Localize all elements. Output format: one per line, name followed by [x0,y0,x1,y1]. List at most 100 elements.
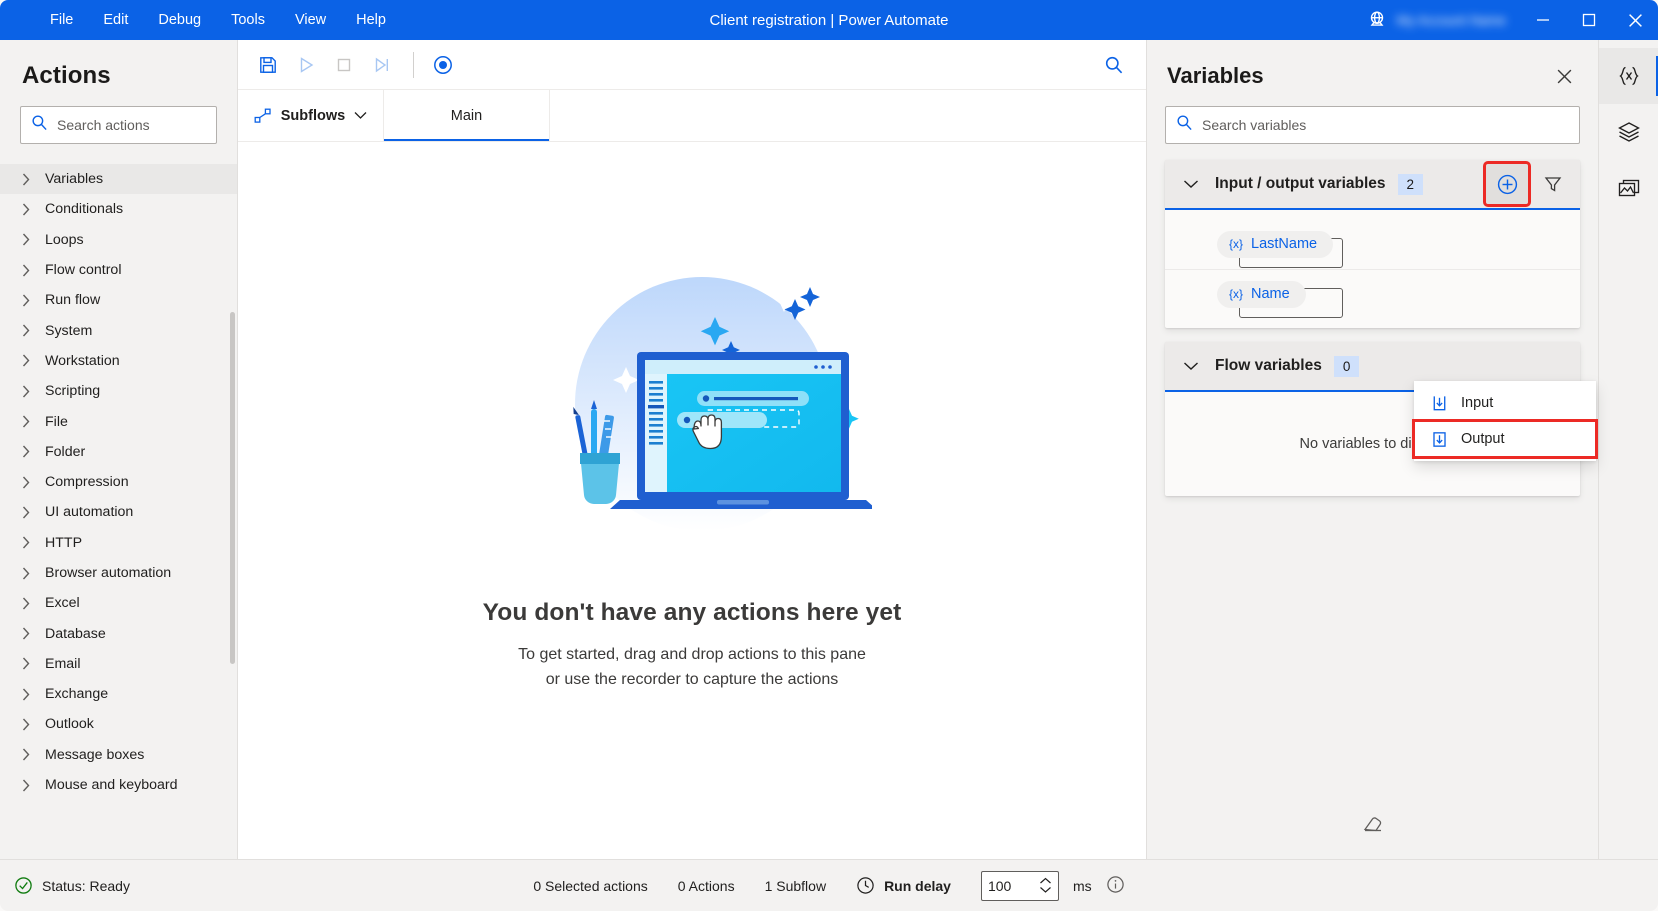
category-excel[interactable]: Excel [0,588,237,618]
input-output-variable-rows: {x} LastName {x} Name [1165,210,1580,328]
category-message-boxes[interactable]: Message boxes [0,740,237,770]
close-button[interactable] [1612,0,1658,40]
category-exchange[interactable]: Exchange [0,679,237,709]
search-actions-box[interactable] [20,106,217,144]
run-next-action-button[interactable] [364,48,400,82]
chevron-right-icon [22,688,30,701]
category-database[interactable]: Database [0,618,237,648]
category-label: Flow control [45,262,121,278]
search-variables-input[interactable] [1202,117,1569,133]
category-label: Message boxes [45,747,144,763]
variable-chip[interactable]: {x} Name [1217,281,1306,308]
category-scripting[interactable]: Scripting [0,376,237,406]
category-label: Workstation [45,353,120,369]
rail-ui-elements-button[interactable] [1599,104,1658,160]
category-workstation[interactable]: Workstation [0,346,237,376]
category-mouse-and-keyboard[interactable]: Mouse and keyboard [0,770,237,800]
input-output-section-header[interactable]: Input / output variables 2 [1165,160,1580,210]
menu-item-label: Input [1461,395,1493,411]
run-delay-stepper[interactable] [981,871,1059,901]
category-label: Outlook [45,716,94,732]
subflows-count: 1 Subflow [765,878,826,894]
flow-designer: Subflows Main [238,40,1146,859]
variable-name: Name [1251,286,1290,302]
empty-state-subtitle: To get started, drag and drop actions to… [518,643,866,693]
menu-item-input[interactable]: Input [1414,385,1596,421]
sidebar-scrollbar[interactable] [230,312,235,664]
chevron-right-icon [22,233,30,246]
close-variables-panel-button[interactable] [1548,60,1580,92]
category-outlook[interactable]: Outlook [0,709,237,739]
run-delay-input[interactable] [988,878,1034,894]
flow-canvas[interactable]: You don't have any actions here yet To g… [238,142,1146,859]
rail-variables-button[interactable] [1599,48,1658,104]
category-http[interactable]: HTTP [0,528,237,558]
maximize-button[interactable] [1566,0,1612,40]
chevron-right-icon [22,748,30,761]
menu-item-output[interactable]: Output [1414,421,1596,457]
menu-help[interactable]: Help [342,5,400,35]
run-button[interactable] [288,48,324,82]
minimize-button[interactable] [1520,0,1566,40]
search-variables-box[interactable] [1165,106,1580,144]
stepper-arrows[interactable] [1039,877,1052,894]
category-loops[interactable]: Loops [0,225,237,255]
category-variables[interactable]: Variables [0,164,237,194]
chevron-up-icon[interactable] [1039,877,1052,885]
run-delay-label: Run delay [884,878,951,894]
tab-main[interactable]: Main [384,90,550,141]
category-system[interactable]: System [0,315,237,345]
category-folder[interactable]: Folder [0,437,237,467]
chevron-right-icon [22,506,30,519]
variable-row[interactable]: {x} Name [1165,269,1580,318]
designer-search-button[interactable] [1096,48,1132,82]
rail-images-button[interactable] [1599,160,1658,216]
category-flow-control[interactable]: Flow control [0,255,237,285]
search-icon [31,114,48,136]
category-conditionals[interactable]: Conditionals [0,194,237,224]
chevron-right-icon [22,476,30,489]
variables-braces-icon [1616,64,1642,88]
chevron-right-icon [22,657,30,670]
menu-item-label: Output [1461,431,1505,447]
menu-file[interactable]: File [36,5,87,35]
category-ui-automation[interactable]: UI automation [0,497,237,527]
account-area[interactable]: My Account Name [1366,9,1506,31]
category-email[interactable]: Email [0,649,237,679]
chevron-right-icon [22,536,30,549]
save-button[interactable] [250,48,286,82]
menu-view[interactable]: View [281,5,340,35]
designer-toolbar [238,40,1146,90]
chevron-right-icon [22,597,30,610]
chevron-right-icon [22,294,30,307]
variable-row[interactable]: {x} LastName [1165,220,1580,269]
chevron-right-icon [22,627,30,640]
menu-edit[interactable]: Edit [89,5,142,35]
add-variable-button[interactable] [1486,164,1528,204]
stop-button[interactable] [326,48,362,82]
search-actions-input[interactable] [57,117,206,133]
panel-footer [1147,814,1598,859]
flow-variables-section-title: Flow variables [1215,357,1322,375]
category-run-flow[interactable]: Run flow [0,285,237,315]
input-output-variables-section: Input / output variables 2 [1165,160,1580,328]
filter-variables-button[interactable] [1532,164,1574,204]
empty-state-line1: To get started, drag and drop actions to… [518,643,866,668]
subflows-tab[interactable]: Subflows [238,90,384,141]
category-browser-automation[interactable]: Browser automation [0,558,237,588]
chevron-down-icon[interactable] [1181,361,1201,371]
chevron-down-icon[interactable] [1039,886,1052,894]
eraser-icon[interactable] [1362,814,1384,841]
chevron-down-icon[interactable] [1181,179,1201,189]
category-compression[interactable]: Compression [0,467,237,497]
category-label: Run flow [45,292,100,308]
menu-tools[interactable]: Tools [217,5,279,35]
category-label: System [45,323,92,339]
category-label: Variables [45,171,103,187]
recorder-button[interactable] [425,48,461,82]
menu-debug[interactable]: Debug [144,5,215,35]
info-icon[interactable] [1106,875,1125,897]
category-file[interactable]: File [0,406,237,436]
variable-chip[interactable]: {x} LastName [1217,231,1333,258]
chevron-right-icon [22,445,30,458]
